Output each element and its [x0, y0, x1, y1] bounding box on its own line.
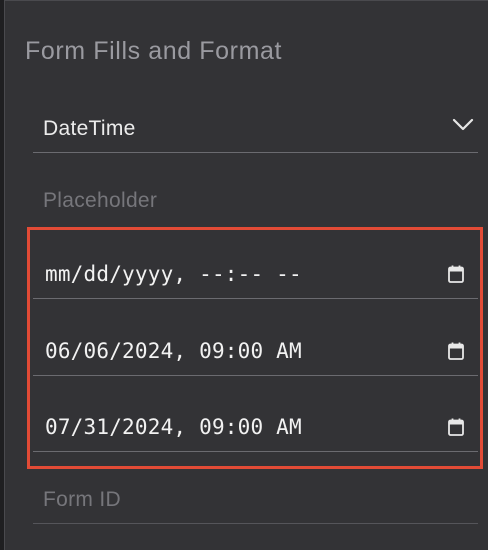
chevron-down-icon — [452, 118, 474, 131]
datetime-field-end[interactable]: 07/31/2024, 09:00 AM — [33, 406, 478, 452]
datetime-field-start[interactable]: 06/06/2024, 09:00 AM — [33, 330, 478, 376]
calendar-icon[interactable] — [448, 265, 464, 283]
form-id-field[interactable]: Form ID — [43, 488, 121, 512]
datetime-field-empty[interactable]: mm/dd/yyyy, --:-- -- — [33, 253, 478, 299]
format-type-select[interactable]: DateTime — [33, 105, 478, 153]
placeholder-field[interactable]: Placeholder — [43, 189, 157, 213]
form-id-underline — [33, 523, 478, 524]
datetime-field-value: 06/06/2024, 09:00 AM — [45, 339, 302, 363]
datetime-field-value: mm/dd/yyyy, --:-- -- — [45, 262, 302, 286]
datetime-field-value: 07/31/2024, 09:00 AM — [45, 415, 302, 439]
calendar-icon[interactable] — [448, 342, 464, 360]
calendar-icon[interactable] — [448, 418, 464, 436]
panel-title: Form Fills and Format — [25, 37, 283, 65]
form-settings-panel: Form Fills and Format DateTime Placehold… — [4, 0, 488, 550]
format-type-selected-value: DateTime — [43, 117, 136, 140]
